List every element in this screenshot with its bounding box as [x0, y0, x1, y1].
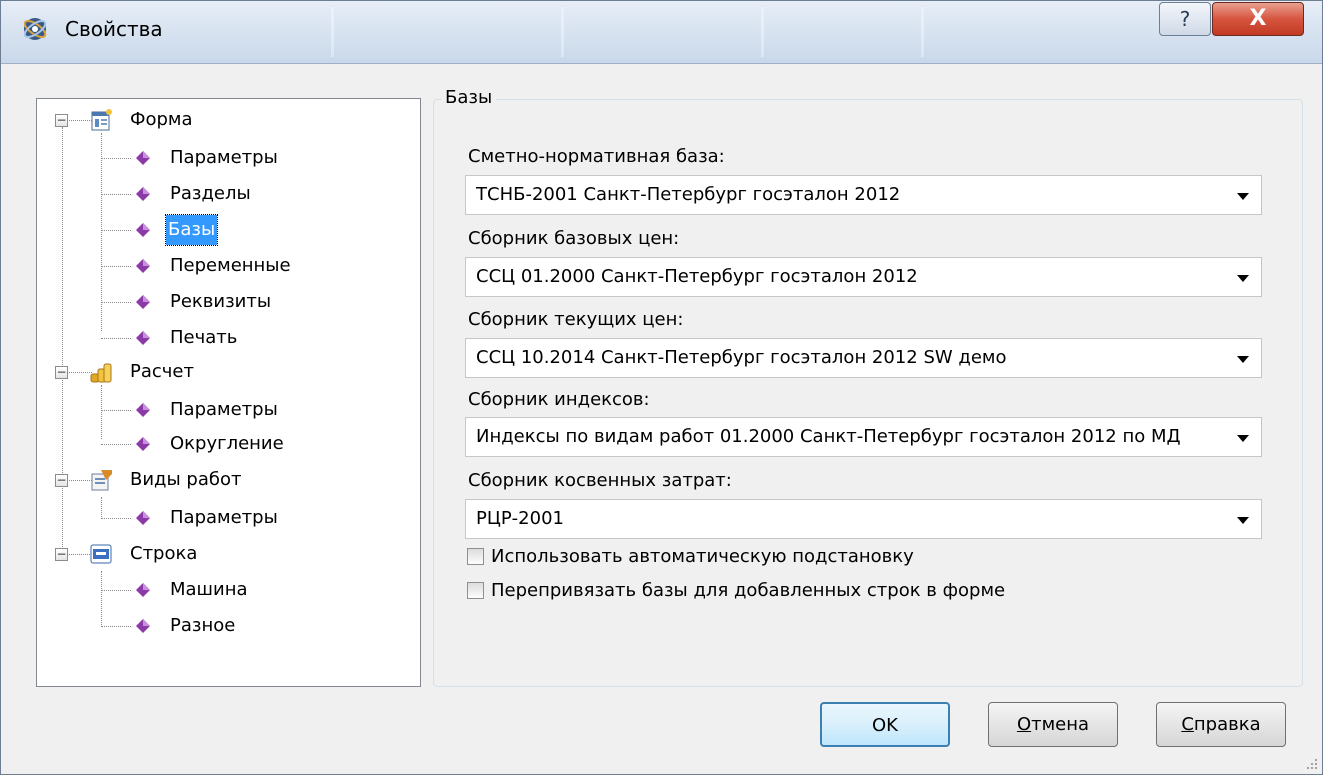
collapse-toggle[interactable]: −	[55, 474, 68, 487]
dropdown-arrow-icon[interactable]	[1237, 435, 1249, 442]
base-prices-label: Сборник базовых цен:	[468, 228, 680, 249]
indexes-label: Сборник индексов:	[468, 389, 650, 410]
gem-icon	[136, 151, 150, 165]
checkbox-label[interactable]: Использовать автоматическую подстановку	[491, 546, 914, 567]
auto-substitution-checkbox[interactable]	[467, 548, 484, 565]
collapse-toggle[interactable]: −	[55, 548, 68, 561]
select-value: ССЦ 10.2014 Санкт-Петербург госэталон 20…	[476, 347, 1007, 368]
coins-icon	[90, 363, 112, 383]
gem-icon	[136, 295, 150, 309]
gem-icon	[136, 223, 150, 237]
rebind-bases-checkbox[interactable]	[467, 582, 484, 599]
tree-label: Виды работ	[130, 469, 242, 490]
gem-icon	[136, 187, 150, 201]
tree-label: Параметры	[170, 507, 278, 528]
select-value: ТСНБ-2001 Санкт-Петербург госэталон 2012	[476, 184, 901, 205]
resize-grip-icon[interactable]	[1304, 756, 1318, 770]
select-value: ССЦ 01.2000 Санкт-Петербург госэталон 20…	[476, 266, 918, 287]
close-button[interactable]: X	[1212, 2, 1304, 36]
tree-label: Параметры	[170, 147, 278, 168]
bases-group-title: Базы	[441, 87, 497, 108]
estimate-base-label: Сметно-нормативная база:	[468, 146, 725, 167]
tree-label-selected: Базы	[164, 214, 219, 246]
indirect-costs-label: Сборник косвенных затрат:	[468, 470, 732, 491]
checkbox-label[interactable]: Перепривязать базы для добавленных строк…	[491, 580, 1005, 601]
tree-label: Форма	[130, 109, 193, 130]
select-value: Индексы по видам работ 01.2000 Санкт-Пет…	[476, 426, 1181, 447]
cancel-button[interactable]: Отмена	[988, 702, 1118, 747]
cancel-mnemonic: О	[1016, 714, 1032, 735]
select-value: РЦР-2001	[476, 508, 564, 529]
help-label: правка	[1193, 714, 1261, 735]
ok-button[interactable]: OK	[820, 702, 950, 747]
form-icon	[91, 109, 112, 131]
title-bar[interactable]: Свойства ? X	[1, 1, 1322, 64]
tree-label: Печать	[170, 327, 238, 348]
gem-icon	[136, 583, 150, 597]
current-prices-select[interactable]: ССЦ 10.2014 Санкт-Петербург госэталон 20…	[465, 338, 1262, 378]
tree-node-row[interactable]: − Строка	[37, 539, 417, 569]
work-types-icon	[91, 470, 112, 491]
indirect-costs-select[interactable]: РЦР-2001	[465, 499, 1262, 539]
dialog-title: Свойства	[65, 17, 163, 41]
indexes-select[interactable]: Индексы по видам работ 01.2000 Санкт-Пет…	[465, 417, 1262, 457]
tree-label: Округление	[170, 433, 284, 454]
tree-node-calculation[interactable]: − Расчет	[37, 357, 417, 387]
gem-icon	[136, 437, 150, 451]
tree-label: Разделы	[170, 183, 251, 204]
dropdown-arrow-icon[interactable]	[1237, 275, 1249, 282]
base-prices-select[interactable]: ССЦ 01.2000 Санкт-Петербург госэталон 20…	[465, 257, 1262, 297]
tree-node-work-types[interactable]: − Виды работ	[37, 465, 417, 495]
row-icon	[90, 544, 112, 564]
dropdown-arrow-icon[interactable]	[1237, 193, 1249, 200]
gem-icon	[136, 403, 150, 417]
properties-dialog: Свойства ? X − Форма Параметры Разделы Б…	[0, 0, 1323, 775]
gem-icon	[136, 331, 150, 345]
collapse-toggle[interactable]: −	[55, 114, 68, 127]
tree-label: Реквизиты	[170, 291, 272, 312]
properties-app-icon	[23, 18, 47, 40]
tree-label: Расчет	[130, 361, 194, 382]
tree-label: Переменные	[170, 255, 291, 276]
cancel-label: тмена	[1031, 714, 1090, 735]
dropdown-arrow-icon[interactable]	[1237, 517, 1249, 524]
gem-icon	[136, 511, 150, 525]
tree-label: Параметры	[170, 399, 278, 420]
gem-icon	[136, 259, 150, 273]
dropdown-arrow-icon[interactable]	[1237, 356, 1249, 363]
estimate-base-select[interactable]: ТСНБ-2001 Санкт-Петербург госэталон 2012	[465, 175, 1262, 215]
tree-node-form[interactable]: − Форма	[37, 105, 417, 135]
help-button[interactable]: Справка	[1156, 702, 1286, 747]
tree-label: Разное	[170, 615, 236, 636]
help-title-button[interactable]: ?	[1159, 2, 1211, 36]
collapse-toggle[interactable]: −	[55, 366, 68, 379]
tree-label: Строка	[130, 543, 198, 564]
tree-label: Машина	[170, 579, 248, 600]
settings-tree[interactable]: − Форма Параметры Разделы Базы Переменны…	[36, 98, 421, 687]
gem-icon	[136, 619, 150, 633]
current-prices-label: Сборник текущих цен:	[468, 309, 684, 330]
help-mnemonic: С	[1181, 714, 1194, 735]
